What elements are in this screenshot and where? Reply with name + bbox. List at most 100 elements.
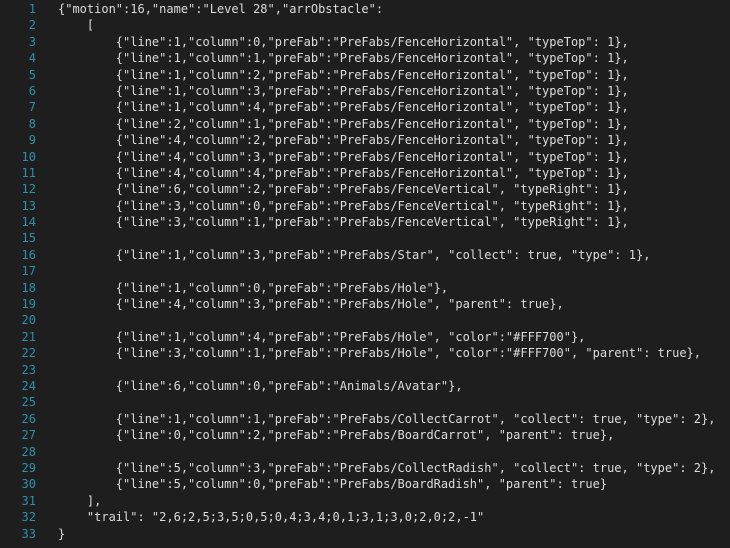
code-text[interactable]: {"line":5,"column":0,"preFab":"PreFabs/B…: [36, 476, 607, 492]
code-line[interactable]: 9 {"line":4,"column":2,"preFab":"PreFabs…: [0, 132, 730, 148]
code-line[interactable]: 12 {"line":6,"column":2,"preFab":"PreFab…: [0, 181, 730, 197]
code-line[interactable]: 8 {"line":2,"column":1,"preFab":"PreFabs…: [0, 116, 730, 132]
code-line[interactable]: 2 [: [0, 17, 730, 33]
line-number: 3: [28, 34, 36, 49]
line-number: 10: [21, 149, 36, 164]
code-text[interactable]: {"line":4,"column":3,"preFab":"PreFabs/H…: [36, 296, 564, 312]
code-text[interactable]: [36, 394, 58, 410]
code-text[interactable]: {"line":1,"column":0,"preFab":"PreFabs/F…: [36, 34, 629, 50]
line-number: 21: [21, 329, 36, 344]
code-line[interactable]: 25: [0, 394, 730, 410]
code-text[interactable]: [36, 312, 58, 328]
code-text[interactable]: [: [36, 17, 94, 33]
code-text[interactable]: {"line":4,"column":4,"preFab":"PreFabs/F…: [36, 165, 629, 181]
code-editor[interactable]: 1 {"motion":16,"name":"Level 28","arrObst…: [0, 0, 730, 548]
line-number: 15: [21, 231, 36, 246]
code-line[interactable]: 11 {"line":4,"column":4,"preFab":"PreFab…: [0, 165, 730, 181]
code-line[interactable]: 19 {"line":4,"column":3,"preFab":"PreFab…: [0, 296, 730, 312]
code-text[interactable]: {"line":3,"column":1,"preFab":"PreFabs/H…: [36, 345, 701, 361]
code-text[interactable]: "trail": "2,6;2,5;3,5;0,5;0,4;3,4;0,1;3,…: [36, 509, 484, 525]
code-line[interactable]: 18 {"line":1,"column":0,"preFab":"PreFab…: [0, 280, 730, 296]
code-line[interactable]: 22 {"line":3,"column":1,"preFab":"PreFab…: [0, 345, 730, 361]
code-text[interactable]: [36, 230, 58, 246]
line-number: 7: [28, 100, 36, 115]
line-number: 31: [21, 493, 36, 508]
line-number: 23: [21, 362, 36, 377]
line-number: 16: [21, 247, 36, 262]
line-number: 12: [21, 182, 36, 197]
code-text[interactable]: {"line":1,"column":3,"preFab":"PreFabs/F…: [36, 83, 629, 99]
line-number: 13: [21, 198, 36, 213]
code-line[interactable]: 24 {"line":6,"column":0,"preFab":"Animal…: [0, 378, 730, 394]
code-line[interactable]: 6 {"line":1,"column":3,"preFab":"PreFabs…: [0, 83, 730, 99]
line-number: 2: [28, 18, 36, 33]
line-number: 6: [28, 83, 36, 98]
line-number: 28: [21, 444, 36, 459]
line-number: 33: [21, 526, 36, 541]
code-line[interactable]: 21 {"line":1,"column":4,"preFab":"PreFab…: [0, 329, 730, 345]
code-line[interactable]: 1 {"motion":16,"name":"Level 28","arrObst…: [0, 1, 730, 17]
code-line[interactable]: 3 {"line":1,"column":0,"preFab":"PreFabs…: [0, 34, 730, 50]
code-text[interactable]: {"line":3,"column":1,"preFab":"PreFabs/F…: [36, 214, 629, 230]
code-line[interactable]: 33}: [0, 526, 730, 542]
code-text[interactable]: {"line":4,"column":2,"preFab":"PreFabs/F…: [36, 132, 629, 148]
code-text[interactable]: {"line":1,"column":4,"preFab":"PreFabs/F…: [36, 99, 629, 115]
line-number: 22: [21, 346, 36, 361]
code-line[interactable]: 15: [0, 230, 730, 246]
code-line[interactable]: 28: [0, 444, 730, 460]
code-text[interactable]: {"line":0,"column":2,"preFab":"PreFabs/B…: [36, 427, 615, 443]
code-line[interactable]: 31 ],: [0, 493, 730, 509]
line-number: 1: [28, 2, 36, 16]
line-number: 4: [28, 51, 36, 66]
code-text[interactable]: {"line":4,"column":3,"preFab":"PreFabs/F…: [36, 149, 629, 165]
line-number: 5: [28, 67, 36, 82]
code-line[interactable]: 7 {"line":1,"column":4,"preFab":"PreFabs…: [0, 99, 730, 115]
line-number: 8: [28, 116, 36, 131]
code-text[interactable]: {"line":6,"column":2,"preFab":"PreFabs/F…: [36, 181, 629, 197]
code-text[interactable]: {"line":3,"column":0,"preFab":"PreFabs/F…: [36, 198, 629, 214]
line-number: 30: [21, 477, 36, 492]
code-text[interactable]: {"line":1,"column":1,"preFab":"PreFabs/C…: [36, 411, 716, 427]
line-number: 17: [21, 264, 36, 279]
code-text[interactable]: [36, 263, 58, 279]
line-number: 26: [21, 411, 36, 426]
code-line[interactable]: 27 {"line":0,"column":2,"preFab":"PreFab…: [0, 427, 730, 443]
code-line[interactable]: 26 {"line":1,"column":1,"preFab":"PreFab…: [0, 411, 730, 427]
code-text[interactable]: [36, 362, 58, 378]
code-line[interactable]: 4 {"line":1,"column":1,"preFab":"PreFabs…: [0, 50, 730, 66]
line-number: 25: [21, 395, 36, 410]
code-text[interactable]: {"line":2,"column":1,"preFab":"PreFabs/F…: [36, 116, 629, 132]
code-line[interactable]: 17: [0, 263, 730, 279]
code-line[interactable]: 5 {"line":1,"column":2,"preFab":"PreFabs…: [0, 67, 730, 83]
line-number: 11: [21, 165, 36, 180]
code-text[interactable]: {"line":1,"column":3,"preFab":"PreFabs/S…: [36, 247, 651, 263]
code-line[interactable]: 10 {"line":4,"column":3,"preFab":"PreFab…: [0, 149, 730, 165]
code-line[interactable]: 30 {"line":5,"column":0,"preFab":"PreFab…: [0, 476, 730, 492]
code-text[interactable]: {"motion":16,"name":"Level 28","arrObsta…: [36, 1, 383, 17]
code-text[interactable]: ],: [36, 493, 101, 509]
code-line[interactable]: 20: [0, 312, 730, 328]
line-number: 32: [21, 510, 36, 525]
code-line[interactable]: 16 {"line":1,"column":3,"preFab":"PreFab…: [0, 247, 730, 263]
code-text[interactable]: {"line":1,"column":1,"preFab":"PreFabs/F…: [36, 50, 629, 66]
code-text[interactable]: {"line":6,"column":0,"preFab":"Animals/A…: [36, 378, 463, 394]
code-text[interactable]: [36, 444, 58, 460]
code-line[interactable]: 23: [0, 362, 730, 378]
line-number: 14: [21, 215, 36, 230]
line-number: 18: [21, 280, 36, 295]
code-line[interactable]: 13 {"line":3,"column":0,"preFab":"PreFab…: [0, 198, 730, 214]
code-text[interactable]: }: [36, 526, 65, 542]
code-line[interactable]: 14 {"line":3,"column":1,"preFab":"PreFab…: [0, 214, 730, 230]
line-number: 19: [21, 297, 36, 312]
line-number: 29: [21, 460, 36, 475]
line-number: 27: [21, 428, 36, 443]
code-line[interactable]: 29 {"line":5,"column":3,"preFab":"PreFab…: [0, 460, 730, 476]
code-text[interactable]: {"line":1,"column":2,"preFab":"PreFabs/F…: [36, 67, 629, 83]
code-text[interactable]: {"line":5,"column":3,"preFab":"PreFabs/C…: [36, 460, 716, 476]
code-text[interactable]: {"line":1,"column":0,"preFab":"PreFabs/H…: [36, 280, 448, 296]
line-number: 9: [28, 133, 36, 148]
line-number: 24: [21, 378, 36, 393]
code-line[interactable]: 32 "trail": "2,6;2,5;3,5;0,5;0,4;3,4;0,1…: [0, 509, 730, 525]
code-text[interactable]: {"line":1,"column":4,"preFab":"PreFabs/H…: [36, 329, 586, 345]
line-number: 20: [21, 313, 36, 328]
